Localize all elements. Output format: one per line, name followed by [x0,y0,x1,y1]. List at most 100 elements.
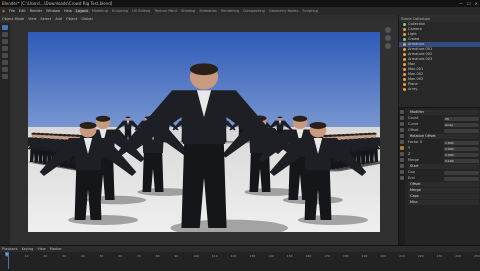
select-menu[interactable]: Select [38,17,53,21]
property-label: End [408,176,415,180]
properties-tabs [399,108,405,246]
constraints-tab-icon[interactable] [400,164,404,168]
render-tab-icon[interactable] [400,116,404,120]
workspace-tab-layout[interactable]: Layout [73,9,90,13]
timeline-tick-label: 60 [118,254,123,258]
menu-help[interactable]: Help [62,9,74,13]
transform-orientation-selector[interactable]: Global [79,17,94,21]
property-row: Cap [408,170,479,175]
pan-icon[interactable] [385,35,391,41]
property-field[interactable]: 28 [444,116,479,121]
top-menubar: ◉ File Edit Render Window Help Layout Mo… [0,7,480,15]
property-row: Curve Array [408,122,479,127]
camera-view-icon[interactable] [385,43,391,49]
object-tab-icon[interactable] [400,140,404,144]
annotate-tool-icon[interactable] [2,67,8,72]
properties-section-header[interactable]: Start [408,164,479,169]
properties-section-header[interactable]: Misc [408,200,479,205]
mode-selector[interactable]: Object Mode [0,17,26,21]
workspace-tab-texture-paint[interactable]: Texture Paint [152,9,179,13]
properties-section-header[interactable]: Merge [408,188,479,193]
outliner-row[interactable]: Array [399,87,480,92]
collection-icon [403,38,406,41]
timeline-tick-label: 140 [268,254,274,258]
tool-tab-icon[interactable] [400,110,404,114]
timeline-tick-label: 30 [62,254,66,258]
cursor-tool-icon[interactable] [2,32,8,37]
property-label: Y [408,146,411,150]
property-field[interactable]: 0.000 [444,152,479,157]
playback-menu[interactable]: Playback [2,247,18,251]
current-frame-indicator[interactable]: 1 [5,252,9,256]
menu-render[interactable]: Render [28,9,44,13]
properties-section-header[interactable]: Offset [408,182,479,187]
property-label: Factor X [408,140,423,144]
workspace-tab-shading[interactable]: Shading [179,9,197,13]
menu-edit[interactable]: Edit [17,9,28,13]
timeline-tick-label: 200 [380,254,387,258]
property-field[interactable]: 0.100 [444,158,479,163]
workspace-tab-sculpting[interactable]: Sculpting [110,9,130,13]
properties-section-header[interactable]: Modifier [408,110,479,115]
transform-tool-icon[interactable] [2,60,8,65]
marker-menu[interactable]: Marker [50,247,62,251]
properties-section-header[interactable]: Relative Offset [408,134,479,139]
object-icon [403,28,406,31]
workspace-tab-animation[interactable]: Animation [197,9,219,13]
data-tab-icon[interactable] [400,170,404,174]
property-label: Z [408,152,411,156]
properties-section-header[interactable]: Caps [408,194,479,199]
view-menu-timeline[interactable]: View [37,247,45,251]
move-tool-icon[interactable] [2,39,8,44]
object-icon [403,58,406,61]
property-field[interactable]: Array [444,122,479,127]
zoom-icon[interactable] [385,27,391,33]
workspace-tab-uv-editing[interactable]: UV Editing [130,9,152,13]
menu-window[interactable]: Window [44,9,62,13]
select-box-tool-icon[interactable] [2,25,8,30]
3d-viewport[interactable] [10,23,398,245]
crowd-render-image [28,32,380,232]
property-row: End [408,176,479,181]
physics-tab-icon[interactable] [400,158,404,162]
measure-tool-icon[interactable] [2,74,8,79]
menu-file[interactable]: File [7,9,17,13]
property-field[interactable] [444,176,479,181]
keying-menu[interactable]: Keying [22,247,34,251]
timeline-tick-label: 120 [230,254,237,258]
add-menu[interactable]: Add [53,17,64,21]
scene-tab-icon[interactable] [400,128,404,132]
timeline-tick-label: 210 [399,254,405,258]
modifier-tab-icon[interactable] [400,146,404,150]
maximize-button[interactable]: ☐ [467,0,471,7]
property-field[interactable] [444,128,479,133]
timeline-ruler[interactable]: 0 10 20 30 40 50 60 70 80 90 100 110 120 130 140 150 160… [0,254,480,262]
timeline-tick-label: 40 [80,254,85,258]
object-icon [403,88,406,91]
property-field[interactable]: 1.000 [444,140,479,145]
view-menu[interactable]: View [26,17,38,21]
material-tab-icon[interactable] [400,176,404,180]
rotate-tool-icon[interactable] [2,46,8,51]
property-row: Count 28 [408,116,479,121]
outliner-panel: Scene Collection Collection Camera Light Cr… [398,15,480,107]
property-field[interactable]: 0.000 [444,146,479,151]
workspace-tab-geometry-nodes[interactable]: Geometry Nodes [267,9,301,13]
object-icon [403,53,406,56]
workspace-tab-rendering[interactable]: Rendering [219,9,241,13]
window-controls: — ☐ ✕ [459,0,478,7]
workspace-tab-modeling[interactable]: Modeling [90,9,110,13]
close-button[interactable]: ✕ [475,0,478,7]
workspace-tab-compositing[interactable]: Compositing [241,9,267,13]
scale-tool-icon[interactable] [2,53,8,58]
property-field[interactable] [444,170,479,175]
particles-tab-icon[interactable] [400,152,404,156]
object-menu[interactable]: Object [64,17,79,21]
blender-logo-icon[interactable]: ◉ [0,9,7,13]
minimize-button[interactable]: — [459,0,463,7]
property-label: Curve [408,122,419,126]
navigation-gizmo[interactable] [382,25,394,53]
workspace-tab-scripting[interactable]: Scripting [300,9,320,13]
world-tab-icon[interactable] [400,134,404,138]
output-tab-icon[interactable] [400,122,404,126]
